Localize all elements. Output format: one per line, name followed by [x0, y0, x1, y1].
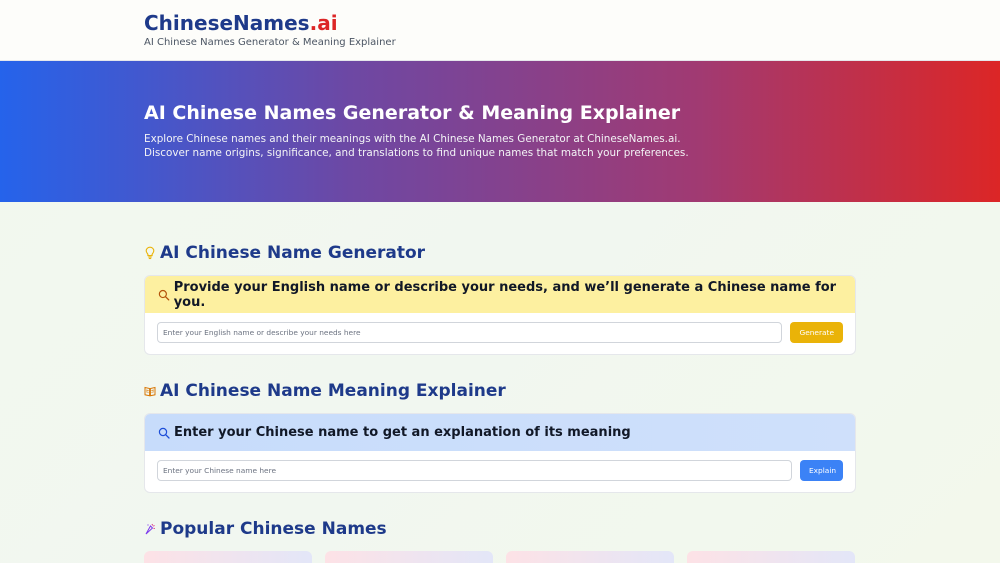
generator-card: Provide your English name or describe yo… [144, 275, 856, 355]
logo-main-text: ChineseNames [144, 11, 310, 35]
hero-description-line1: Explore Chinese names and their meanings… [144, 133, 681, 145]
search-icon [158, 427, 170, 439]
sparkle-icon [145, 523, 155, 535]
chinese-name-input[interactable] [157, 460, 792, 481]
explain-button[interactable]: Explain [800, 460, 843, 481]
explainer-card: Enter your Chinese name to get an explan… [144, 413, 856, 493]
explainer-title-text: AI Chinese Name Meaning Explainer [160, 381, 506, 401]
explainer-section-title: AI Chinese Name Meaning Explainer [144, 380, 856, 402]
hero-description-line2: Discover name origins, significance, and… [144, 147, 689, 159]
explainer-prompt-text: Enter your Chinese name to get an explan… [174, 425, 631, 440]
explainer-form: Explain [145, 451, 855, 492]
generator-section-title: AI Chinese Name Generator [144, 242, 856, 264]
site-tagline: AI Chinese Names Generator & Meaning Exp… [144, 37, 396, 48]
search-icon [158, 289, 170, 301]
english-name-input[interactable] [157, 322, 783, 343]
popular-name-card[interactable] [506, 551, 674, 563]
main-content: AI Chinese Name Generator Provide your E… [144, 202, 856, 563]
generate-button[interactable]: Generate [790, 322, 843, 343]
popular-section-title: Popular Chinese Names [144, 518, 856, 540]
generator-title-text: AI Chinese Name Generator [160, 243, 426, 263]
popular-name-card[interactable] [325, 551, 493, 563]
hero-title: AI Chinese Names Generator & Meaning Exp… [144, 102, 681, 124]
hero-banner: AI Chinese Names Generator & Meaning Exp… [0, 61, 1000, 202]
popular-name-card[interactable] [687, 551, 855, 563]
lightbulb-icon [145, 246, 155, 260]
site-header: ChineseNames.ai AI Chinese Names Generat… [0, 0, 1000, 61]
generator-form: Generate [145, 313, 855, 354]
explainer-prompt: Enter your Chinese name to get an explan… [145, 414, 855, 451]
popular-title-text: Popular Chinese Names [160, 519, 387, 539]
generator-prompt: Provide your English name or describe yo… [145, 276, 855, 313]
book-icon [144, 386, 156, 397]
popular-names-grid [144, 551, 856, 563]
hero-description: Explore Chinese names and their meanings… [144, 132, 744, 160]
logo-suffix-text: .ai [309, 11, 338, 35]
generator-prompt-text: Provide your English name or describe yo… [173, 279, 837, 310]
site-logo[interactable]: ChineseNames.ai [144, 11, 1000, 35]
popular-name-card[interactable] [144, 551, 312, 563]
